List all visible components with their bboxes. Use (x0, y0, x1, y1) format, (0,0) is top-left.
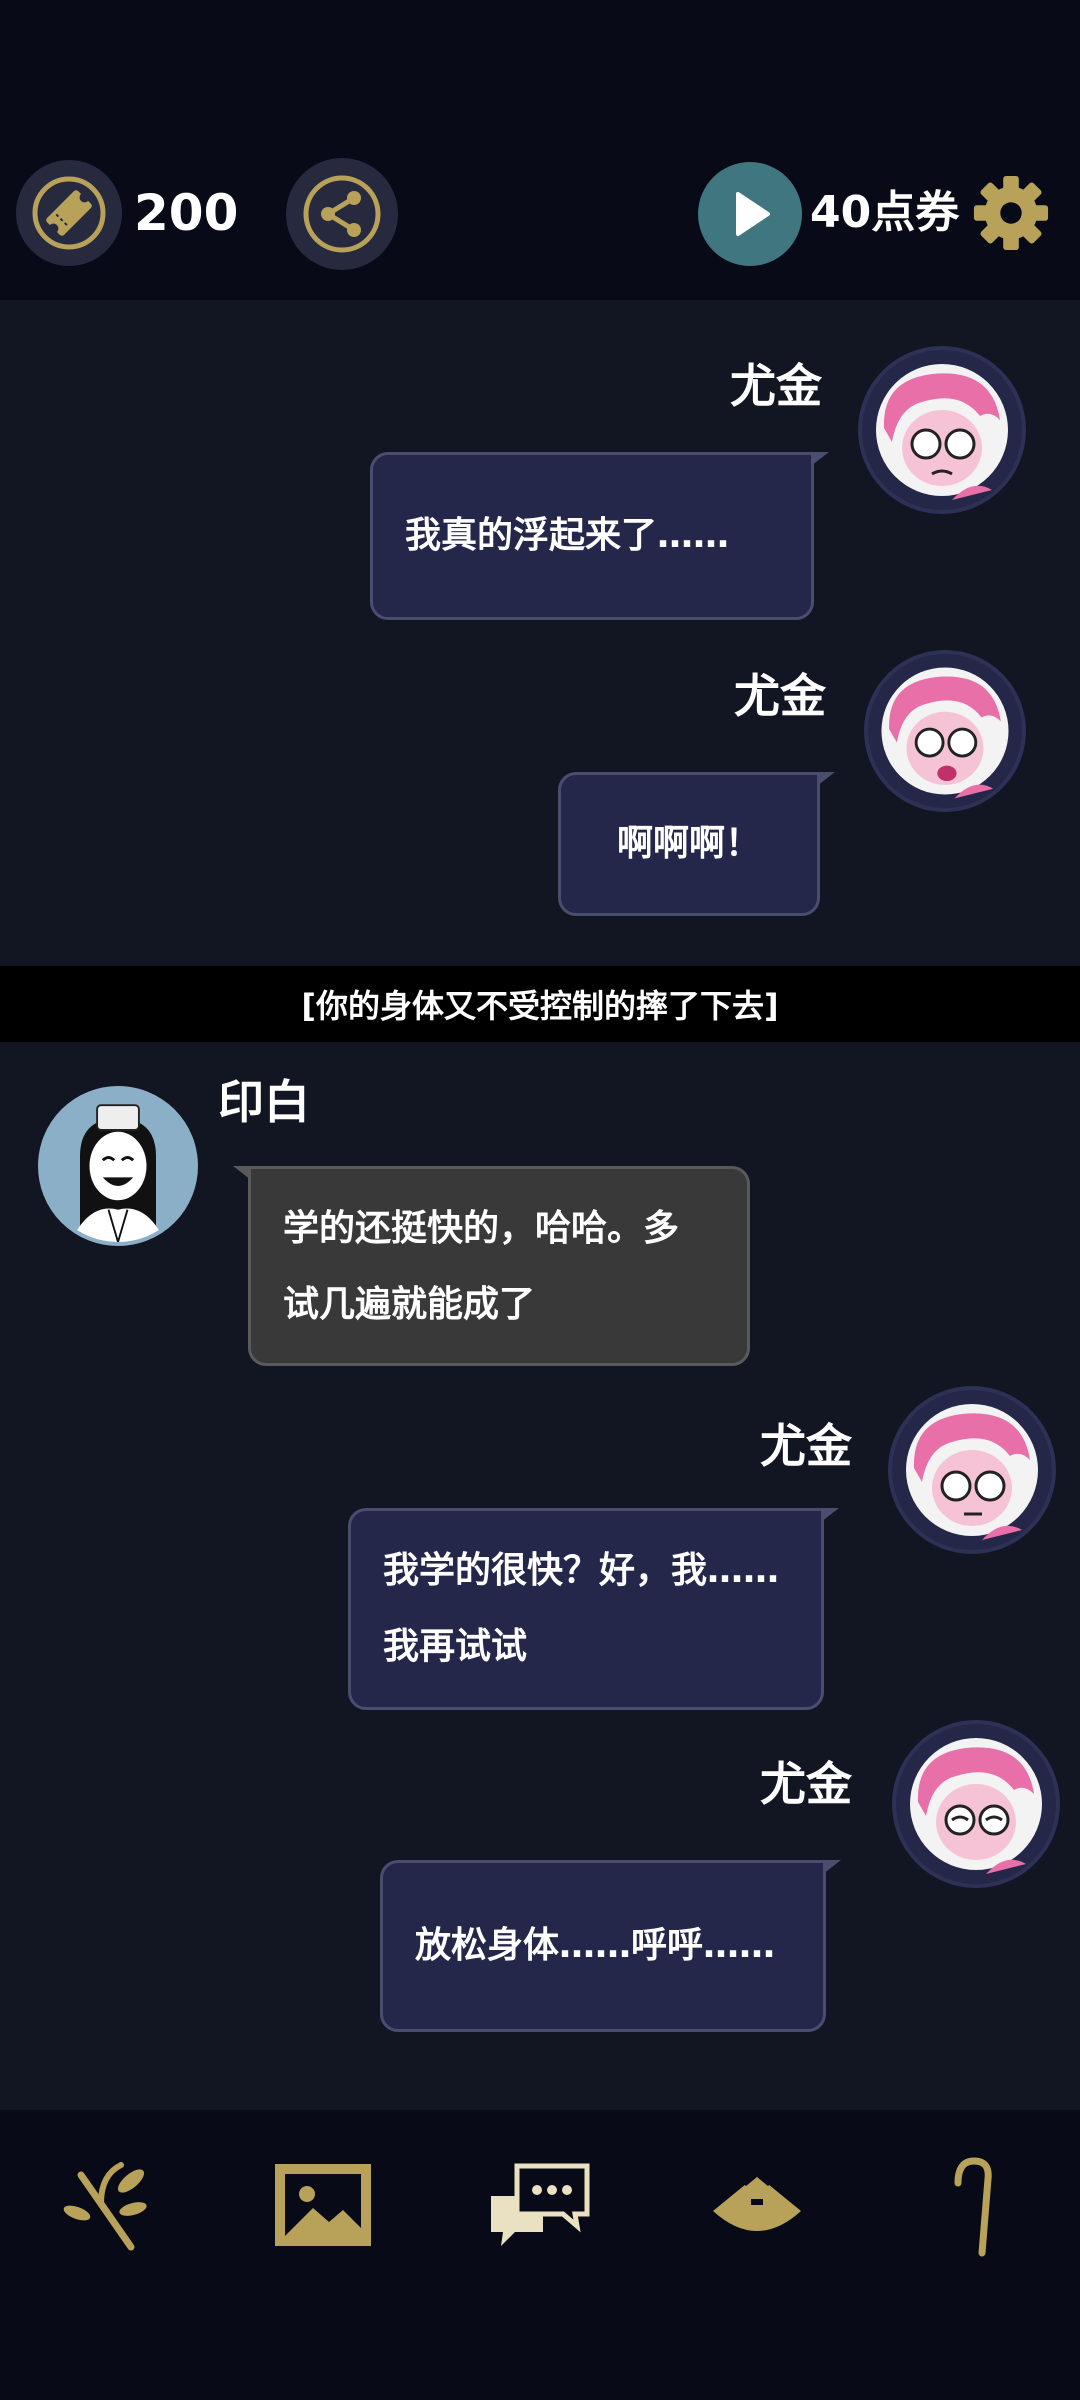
play-icon (736, 192, 770, 236)
share-button[interactable] (286, 158, 398, 270)
message-text-line: 我再试试 (383, 1626, 528, 1667)
watch-ad-play-button[interactable] (698, 162, 802, 266)
message-bubble: 我真的浮起来了…… (370, 452, 829, 620)
speaker-name: 印白 (218, 1075, 310, 1129)
avatar-eugene-image (876, 364, 1008, 500)
ticket-count: 200 (134, 184, 239, 242)
narration-banner: [你的身体又不受控制的摔了下去] (0, 966, 1080, 1042)
nav-chat[interactable] (484, 2150, 594, 2260)
share-icon (303, 175, 381, 253)
points-label: 40点券 (810, 187, 960, 238)
avatar-eugene[interactable] (858, 346, 1026, 514)
cane-icon (954, 2157, 992, 2257)
chat-icon (491, 2163, 590, 2246)
message-text-line: 学的还挺快的，哈哈。多 (283, 1208, 680, 1249)
ticket-button[interactable] (16, 160, 122, 266)
message-bubble: 我学的很快？好，我…… 我再试试 (348, 1508, 839, 1710)
avatar-eugene-image (910, 1738, 1042, 1874)
avatar-yinbai[interactable] (38, 1086, 198, 1246)
message-text: 放松身体……呼呼…… (415, 1925, 776, 1966)
message-text: 啊啊啊！ (616, 823, 761, 864)
top-bar (0, 0, 1080, 300)
narration-text: [你的身体又不受控制的摔了下去] (301, 987, 779, 1025)
hat-icon (713, 2173, 801, 2231)
speaker-name: 尤金 (760, 1757, 852, 1811)
message-text-line: 我学的很快？好，我…… (383, 1550, 780, 1591)
nav-branch[interactable] (52, 2150, 162, 2260)
speaker-name: 尤金 (730, 359, 822, 413)
branch-icon (63, 2162, 147, 2251)
message-text-line: 试几遍就能成了 (283, 1284, 536, 1325)
message-bubble: 放松身体……呼呼…… (380, 1860, 841, 2032)
nav-cane[interactable] (918, 2150, 1028, 2260)
message-text: 我真的浮起来了…… (405, 515, 730, 556)
ticket-icon (32, 176, 106, 250)
speaker-name: 尤金 (734, 669, 826, 723)
nav-gallery[interactable] (268, 2150, 378, 2260)
avatar-eugene-image (881, 667, 1009, 799)
speaker-name: 尤金 (760, 1419, 852, 1473)
avatar-eugene-image (906, 1404, 1038, 1540)
gallery-icon (275, 2164, 371, 2246)
avatar-yinbai-image (45, 1093, 191, 1242)
message-bubble: 啊啊啊！ (558, 772, 835, 916)
nav-hat[interactable] (702, 2150, 812, 2260)
message-bubble: 学的还挺快的，哈哈。多 试几遍就能成了 (233, 1166, 750, 1366)
avatar-eugene[interactable] (892, 1720, 1060, 1888)
gear-icon[interactable] (972, 174, 1050, 252)
avatar-eugene[interactable] (864, 650, 1026, 812)
avatar-eugene[interactable] (888, 1386, 1056, 1554)
